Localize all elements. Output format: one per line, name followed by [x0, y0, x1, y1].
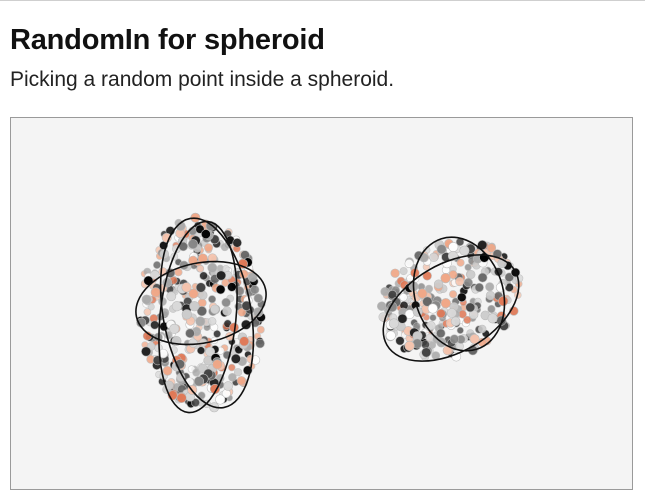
- sample-point: [181, 309, 192, 320]
- sample-point: [152, 260, 162, 270]
- sample-point: [427, 303, 438, 314]
- sample-point: [210, 304, 220, 314]
- sample-point: [150, 320, 160, 330]
- sample-point: [440, 298, 451, 309]
- sample-point: [377, 301, 387, 311]
- sample-point: [227, 282, 237, 292]
- sample-point: [236, 376, 247, 386]
- top-divider: [0, 0, 645, 1]
- sample-point: [228, 363, 236, 372]
- sample-point: [404, 340, 415, 351]
- prolate-spheroid: [135, 212, 267, 414]
- sample-point: [253, 293, 263, 303]
- sample-point: [207, 262, 218, 273]
- sample-point: [466, 269, 476, 280]
- sample-point: [230, 353, 241, 364]
- sample-point: [440, 273, 451, 284]
- sample-point: [215, 394, 226, 405]
- sample-point: [404, 258, 414, 269]
- sample-point: [487, 313, 498, 324]
- sample-point: [474, 282, 484, 293]
- sample-point: [457, 292, 467, 303]
- sample-point: [448, 241, 459, 253]
- oblate-spheroid-points: [377, 237, 524, 362]
- sample-point: [477, 272, 488, 283]
- sample-point: [449, 290, 458, 299]
- sample-point: [222, 306, 232, 316]
- sample-point: [162, 365, 173, 376]
- sample-point: [399, 293, 408, 302]
- sample-point: [450, 316, 461, 327]
- sample-point: [212, 359, 223, 370]
- sample-point: [188, 338, 198, 348]
- sample-point: [456, 258, 465, 267]
- sample-point: [215, 284, 226, 295]
- sample-point: [487, 304, 496, 314]
- sample-point: [255, 338, 265, 349]
- sample-point: [455, 276, 465, 287]
- sample-point: [465, 302, 476, 313]
- sample-point: [436, 244, 447, 255]
- sample-point: [459, 245, 470, 256]
- sample-point: [431, 351, 441, 360]
- sample-point: [169, 323, 180, 334]
- page-title: RandomIn for spheroid: [10, 24, 325, 56]
- sample-point: [208, 295, 217, 304]
- sample-point: [449, 334, 460, 344]
- sample-point: [171, 301, 182, 312]
- sample-point: [446, 308, 457, 318]
- sample-point: [216, 270, 227, 281]
- page-description: Picking a random point inside a spheroid…: [10, 68, 395, 91]
- sample-point: [417, 288, 428, 299]
- sample-point: [399, 267, 408, 276]
- sample-point: [166, 291, 177, 302]
- sample-point: [185, 328, 195, 339]
- sample-point: [390, 268, 400, 278]
- sample-point: [429, 252, 439, 263]
- sample-point: [150, 287, 161, 298]
- sample-point: [207, 317, 217, 326]
- sample-point: [250, 285, 260, 295]
- sample-point: [204, 243, 213, 253]
- sample-point: [181, 282, 192, 293]
- sample-point: [256, 325, 265, 334]
- sample-point: [195, 316, 206, 327]
- sample-point: [436, 328, 446, 338]
- sample-point: [143, 308, 152, 316]
- sample-point: [485, 282, 495, 292]
- sample-point: [199, 271, 208, 281]
- sample-point: [239, 336, 250, 347]
- sample-point: [395, 336, 405, 346]
- sample-point: [436, 308, 446, 319]
- oblate-spheroid: [377, 236, 524, 362]
- sample-point: [228, 372, 237, 382]
- sample-point: [385, 330, 396, 341]
- sample-point: [141, 294, 152, 305]
- sample-point: [388, 318, 399, 329]
- scene-view[interactable]: [11, 118, 632, 489]
- sample-point: [221, 297, 231, 308]
- sample-point: [498, 296, 509, 307]
- prolate-spheroid-points: [136, 212, 266, 413]
- sample-point: [485, 290, 495, 301]
- sample-point: [421, 347, 432, 358]
- sample-point: [456, 326, 464, 334]
- sample-point: [397, 313, 408, 324]
- sample-point: [193, 376, 205, 387]
- sample-point: [223, 381, 234, 391]
- sample-point: [232, 238, 242, 248]
- sample-point: [187, 239, 199, 250]
- sample-point: [176, 392, 187, 404]
- sample-point: [213, 329, 222, 338]
- sample-point: [201, 229, 211, 239]
- sample-point: [463, 277, 473, 288]
- sample-point: [141, 346, 152, 357]
- render-canvas[interactable]: [10, 117, 633, 490]
- sample-point: [189, 301, 200, 312]
- sample-point: [429, 314, 437, 322]
- sample-point: [195, 282, 206, 293]
- sample-point: [477, 324, 487, 334]
